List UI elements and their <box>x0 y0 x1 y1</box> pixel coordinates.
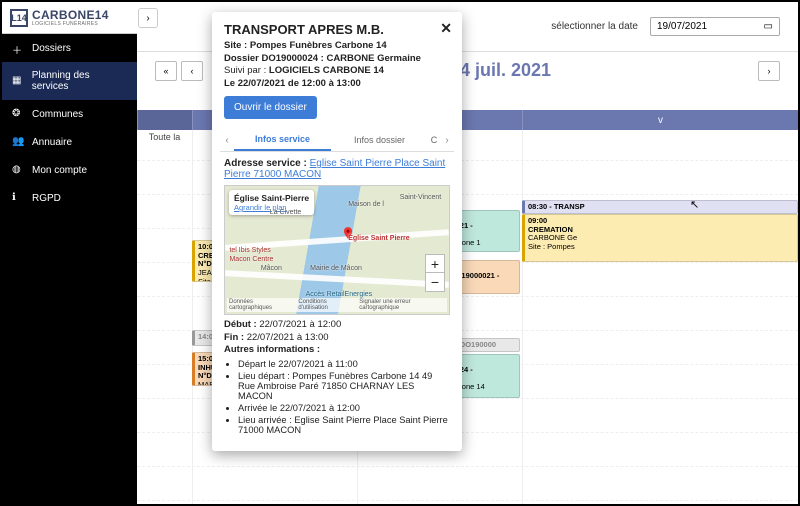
plus-icon: ＋ <box>12 42 24 54</box>
map-poi-label: Maison de l <box>348 201 384 208</box>
map-attribution: Données cartographiques Conditions d'uti… <box>227 298 447 312</box>
date-input-value: 19/07/2021 <box>657 21 707 32</box>
brand-tagline: LOGICIELS FUNÉRAIRES <box>32 21 109 27</box>
sidebar-item-2[interactable]: ❂ Communes <box>2 100 137 128</box>
address-label: Adresse service : <box>224 158 310 169</box>
modal-dossier: Dossier DO19000024 : CARBONE Germaine <box>224 53 450 64</box>
sidebar-item-label: Planning des services <box>32 70 127 92</box>
modal-title: TRANSPORT APRES M.B. <box>224 22 450 37</box>
map-attr-0[interactable]: Données cartographiques <box>229 299 292 311</box>
sidebar-item-1[interactable]: ▦ Planning des services <box>2 62 137 100</box>
service-detail-modal: ✕ TRANSPORT APRES M.B. Site : Pompes Fun… <box>212 12 462 451</box>
info-bullet: Départ le 22/07/2021 à 11:00 <box>238 359 450 369</box>
nav-list: ＋ Dossiers ▦ Planning des services ❂ Communes… <box>2 34 137 212</box>
logo-mark: L14 <box>10 9 28 27</box>
calendar-icon: ▦ <box>12 75 24 87</box>
brand-logo: L14 CARBONE14 LOGICIELS FUNÉRAIRES <box>2 2 137 34</box>
map-poi-label: tel Ibis Styles <box>229 247 270 254</box>
map-poi-label: Mâcon <box>261 265 282 272</box>
fin-value: 22/07/2021 à 13:00 <box>247 332 329 343</box>
info-bullet: Arrivée le 22/07/2021 à 12:00 <box>238 403 450 413</box>
debut-value: 22/07/2021 à 12:00 <box>259 319 341 330</box>
sidebar-item-label: Communes <box>32 109 83 120</box>
autres-label: Autres informations : <box>224 344 320 355</box>
map-attr-2[interactable]: Signaler une erreur cartographique <box>359 299 445 311</box>
map-poi-label: Église Saint Pierre <box>348 235 409 242</box>
calendar-icon: ▭ <box>764 21 773 32</box>
sidebar-item-label: Mon compte <box>32 165 87 176</box>
map-poi-label: La Civette <box>270 209 302 216</box>
calendar-event[interactable]: 09:00CREMATIONCARBONE GeSite : Pompes <box>522 214 798 262</box>
date-input[interactable]: 19/07/2021 ▭ <box>650 17 780 36</box>
all-day-label: Toute la <box>137 132 192 142</box>
nav-prev-button[interactable]: ‹ <box>181 61 203 81</box>
modal-when: Le 22/07/2021 de 12:00 à 13:00 <box>224 78 450 89</box>
sidebar-item-3[interactable]: 👥 Annuaire <box>2 128 137 156</box>
sidebar-collapse-button[interactable]: › <box>138 8 158 28</box>
map-poi-label: Mairie de Mâcon <box>310 265 362 272</box>
event-time: 08:30 - TRANSP <box>528 203 794 212</box>
sidebar-item-5[interactable]: ℹ RGPD <box>2 184 137 212</box>
open-dossier-button[interactable]: Ouvrir le dossier <box>224 96 317 119</box>
user-circle-icon: ◍ <box>12 164 24 176</box>
tab-more[interactable]: C <box>428 130 440 150</box>
nav-next-button[interactable]: › <box>758 61 780 81</box>
map-bubble-title: Église Saint-Pierre <box>234 193 309 203</box>
info-bullet-list: Départ le 22/07/2021 à 11:00 Lieu départ … <box>238 359 450 435</box>
sidebar: L14 CARBONE14 LOGICIELS FUNÉRAIRES ＋ Doss… <box>2 2 137 504</box>
tab-infos-service[interactable]: Infos service <box>234 129 331 151</box>
info-bullet: Lieu départ : Pompes Funèbres Carbone 14… <box>238 371 450 401</box>
modal-suivi: Suivi par : LOGICIELS CARBONE 14 <box>224 65 450 76</box>
map-poi-label: Accès RetailEnergies <box>306 291 373 298</box>
date-picker-label: sélectionner la date <box>551 21 638 32</box>
sidebar-item-0[interactable]: ＋ Dossiers <box>2 34 137 62</box>
zoom-in-button[interactable]: + <box>426 255 444 273</box>
globe-icon: ❂ <box>12 108 24 120</box>
modal-site: Site : Pompes Funèbres Carbone 14 <box>224 40 450 51</box>
map[interactable]: Église Saint-Pierre Agrandir le plan + −… <box>224 185 450 315</box>
sidebar-item-label: Annuaire <box>32 137 72 148</box>
tabs-next-icon[interactable]: › <box>440 135 454 146</box>
info-block: Début : 22/07/2021 à 12:00 Fin : 22/07/2… <box>224 319 450 435</box>
map-zoom-controls: + − <box>425 254 445 292</box>
group-icon: 👥 <box>12 136 24 148</box>
map-poi-label: Saint-Vincent <box>400 194 442 201</box>
debut-label: Début : <box>224 319 259 330</box>
day-header-2[interactable]: v <box>522 110 798 130</box>
zoom-out-button[interactable]: − <box>426 273 444 291</box>
info-bullet: Lieu arrivée : Eglise Saint Pierre Place… <box>238 415 450 435</box>
nav-first-button[interactable]: « <box>155 61 177 81</box>
event-site: Site : Pompes <box>528 243 794 252</box>
fin-label: Fin : <box>224 332 247 343</box>
close-icon[interactable]: ✕ <box>440 20 452 37</box>
calendar-event[interactable]: 08:30 - TRANSP <box>522 200 798 214</box>
info-icon: ℹ <box>12 192 24 204</box>
brand-name: CARBONE14 <box>32 8 109 22</box>
address-block: Adresse service : Eglise Saint Pierre Pl… <box>224 158 450 180</box>
map-attr-1[interactable]: Conditions d'utilisation <box>298 299 353 311</box>
modal-tabs: ‹ Infos service Infos dossier C › <box>220 129 454 152</box>
sidebar-item-label: RGPD <box>32 193 61 204</box>
calendar-header-first <box>137 110 192 130</box>
tab-infos-dossier[interactable]: Infos dossier <box>331 130 428 150</box>
map-poi-label: Macon Centre <box>229 256 273 263</box>
sidebar-item-4[interactable]: ◍ Mon compte <box>2 156 137 184</box>
tabs-prev-icon[interactable]: ‹ <box>220 135 234 146</box>
sidebar-item-label: Dossiers <box>32 43 71 54</box>
day-column-2 <box>522 130 798 504</box>
